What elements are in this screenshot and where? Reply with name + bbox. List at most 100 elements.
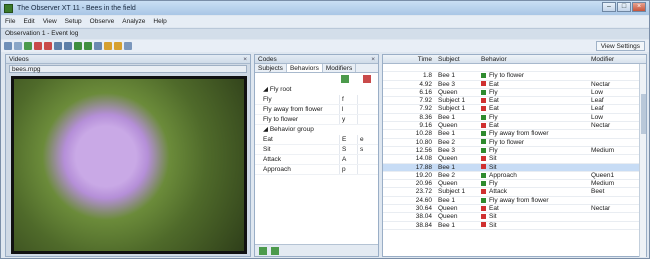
menu-edit[interactable]: Edit <box>19 18 38 25</box>
tab-behaviors[interactable]: Behaviors <box>286 64 323 72</box>
group-fly-root[interactable]: ◢ Fly root <box>255 85 378 95</box>
table-row[interactable]: 7.92 Subject 1 Eat Leaf <box>383 105 646 114</box>
column-subject[interactable]: Subject <box>435 55 478 63</box>
event-rows: 1.8 Bee 1 Fly to flower 4.92 Bee 3 Eat Nectar 6… <box>383 64 646 230</box>
table-row[interactable]: 1.8 Bee 1 Fly to flower <box>383 72 646 81</box>
menu-analyze[interactable]: Analyze <box>118 18 149 25</box>
video-frame <box>14 79 244 251</box>
code-row[interactable]: Fly to flower y <box>255 115 378 125</box>
close-button[interactable]: × <box>632 2 646 12</box>
cell-time: 20.96 <box>415 180 432 188</box>
code-row[interactable]: Fly away from flower l <box>255 105 378 115</box>
code-key2 <box>357 165 377 174</box>
code-row[interactable]: Sit Ss <box>255 145 378 155</box>
video-player[interactable] <box>11 76 247 254</box>
table-row[interactable] <box>383 64 646 73</box>
menu-observe[interactable]: Observe <box>86 18 119 25</box>
vertical-scrollbar[interactable] <box>639 64 646 257</box>
cell-subject: Queen <box>438 180 458 188</box>
table-row[interactable]: 4.92 Bee 3 Eat Nectar <box>383 81 646 89</box>
toolbar-icon[interactable] <box>124 42 132 50</box>
cell-subject: Bee 3 <box>438 146 455 154</box>
table-row[interactable]: 19.20 Bee 2 Approach Queen1 <box>383 172 646 181</box>
cell-behavior: Eat <box>478 81 588 88</box>
close-icon[interactable]: × <box>243 55 247 64</box>
close-icon[interactable]: × <box>371 55 375 64</box>
toolbar-icon[interactable] <box>14 42 22 50</box>
group-behavior[interactable]: ◢ Behavior group <box>255 125 378 135</box>
menu-setup[interactable]: Setup <box>61 18 86 25</box>
toolbar-icon[interactable] <box>84 42 92 50</box>
cell-time: 17.88 <box>415 163 432 171</box>
cell-time: 24.60 <box>415 196 432 204</box>
delete-code-icon[interactable] <box>363 75 371 83</box>
tab-modifiers[interactable]: Modifiers <box>323 64 357 72</box>
cell-behavior: Sit <box>478 213 588 220</box>
toolbar-icon[interactable] <box>94 42 102 50</box>
toolbar-icon[interactable] <box>24 42 32 50</box>
table-row[interactable]: 7.92 Subject 1 Eat Leaf <box>383 97 646 106</box>
cell-modifier <box>588 139 638 146</box>
cell-subject: Bee 1 <box>438 163 455 171</box>
code-row[interactable]: Approach p <box>255 165 378 175</box>
toolbar-icon[interactable] <box>44 42 52 50</box>
table-row[interactable]: 20.96 Queen Fly Medium <box>383 180 646 189</box>
cell-modifier: Medium <box>591 180 615 188</box>
toolbar-icon[interactable] <box>104 42 112 50</box>
menu-view[interactable]: View <box>39 18 61 25</box>
table-row[interactable]: 12.56 Bee 3 Fly Medium <box>383 146 646 156</box>
cell-behavior: Eat <box>478 105 588 112</box>
toolbar-icon[interactable] <box>114 42 122 50</box>
toolbar-icon[interactable] <box>4 42 12 50</box>
code-key: l <box>339 105 357 114</box>
toolbar-icon[interactable] <box>54 42 62 50</box>
start-observation-icon[interactable] <box>259 247 267 255</box>
cell-time: 38.04 <box>415 213 432 221</box>
minimize-button[interactable]: – <box>602 2 616 12</box>
cell-modifier <box>588 64 638 71</box>
table-row[interactable]: 38.84 Bee 1 Sit <box>383 222 646 230</box>
table-row[interactable]: 8.36 Bee 1 Fly Low <box>383 114 646 123</box>
table-row[interactable]: 9.16 Queen Eat Nectar <box>383 122 646 131</box>
code-key2: s <box>357 145 377 154</box>
table-row[interactable]: 24.60 Bee 1 Fly away from flower <box>383 196 646 206</box>
tab-subjects[interactable]: Subjects <box>255 64 287 72</box>
toolbar-icon[interactable] <box>64 42 72 50</box>
video-file-selector[interactable]: bees.mpg <box>9 65 247 73</box>
cell-behavior: Eat <box>478 205 588 212</box>
code-row[interactable]: Fly f <box>255 95 378 105</box>
table-row[interactable]: 30.64 Queen Eat Nectar <box>383 205 646 214</box>
code-row[interactable]: Attack A <box>255 155 378 165</box>
view-settings-button[interactable]: View Settings <box>595 41 645 51</box>
add-code-icon[interactable] <box>341 75 349 83</box>
document-tab[interactable]: Observation 1 - Event log <box>1 28 649 39</box>
column-behavior[interactable]: Behavior <box>478 55 588 63</box>
scroll-thumb[interactable] <box>641 94 646 134</box>
table-row[interactable]: 17.88 Bee 1 Sit <box>383 163 646 172</box>
menu-file[interactable]: File <box>1 18 19 25</box>
cell-time: 10.28 <box>415 130 432 138</box>
table-row[interactable]: 10.28 Bee 1 Fly away from flower <box>383 130 646 139</box>
table-row[interactable]: 23.72 Subject 1 Attack Beet <box>383 188 646 197</box>
column-modifier[interactable]: Modifier <box>588 55 638 63</box>
behavior-label: Sit <box>489 155 497 163</box>
menu-bar: File Edit View Setup Observe Analyze Hel… <box>1 16 649 27</box>
behavior-icon <box>481 131 486 137</box>
toolbar-icon[interactable] <box>34 42 42 50</box>
behavior-label: Fly to flower <box>489 72 525 80</box>
toolbar-icon[interactable] <box>74 42 82 50</box>
code-row[interactable]: Eat Ee <box>255 135 378 145</box>
behavior-label: Fly <box>489 180 498 188</box>
table-row[interactable]: 10.80 Bee 2 Fly to flower <box>383 139 646 147</box>
menu-help[interactable]: Help <box>149 18 170 25</box>
code-key: p <box>339 165 357 174</box>
maximize-button[interactable]: □ <box>617 2 631 12</box>
table-row[interactable]: 6.16 Queen Fly Low <box>383 89 646 98</box>
table-row[interactable]: 38.04 Queen Sit <box>383 213 646 222</box>
behavior-icon <box>481 81 486 87</box>
cell-behavior: Sit <box>478 164 588 171</box>
column-time[interactable]: Time <box>383 55 435 63</box>
next-icon[interactable] <box>271 247 279 255</box>
cell-time: 30.64 <box>415 205 432 213</box>
table-row[interactable]: 14.08 Queen Sit <box>383 155 646 164</box>
